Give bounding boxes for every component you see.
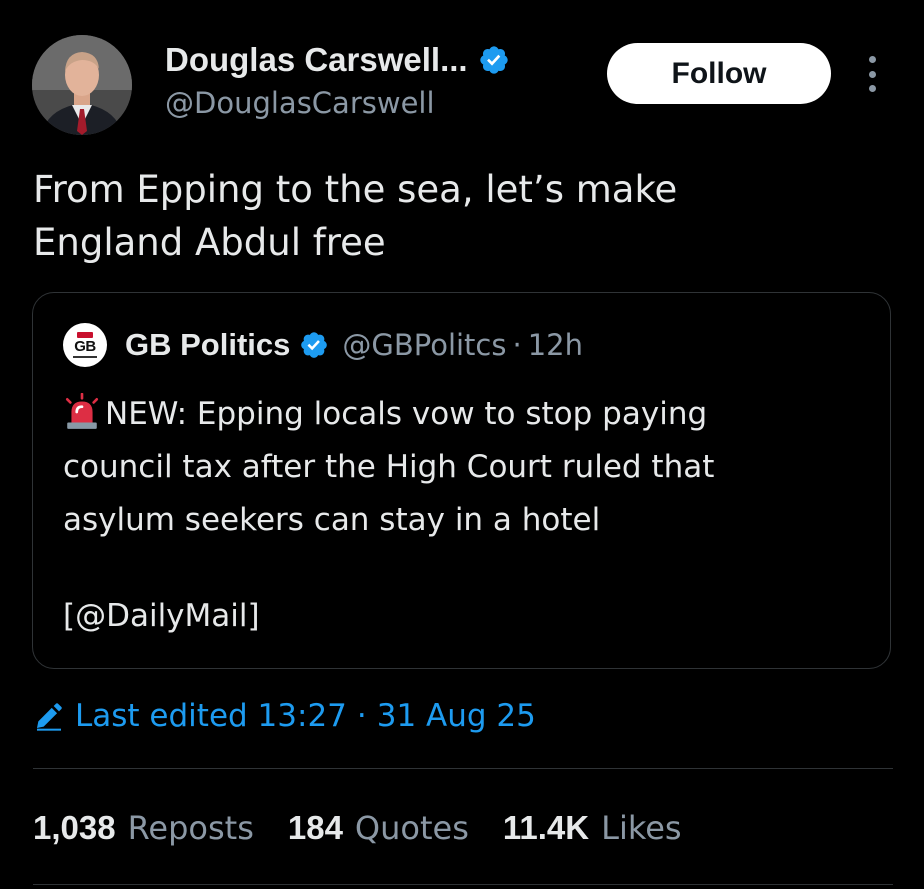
likes-count: 11.4K (502, 809, 590, 846)
verified-badge-icon (301, 332, 328, 358)
quoted-post-time[interactable]: 12h (528, 328, 583, 362)
vertical-ellipsis-icon (868, 56, 876, 63)
quotes-count: 184 (287, 809, 343, 846)
quotes-label: Quotes (354, 809, 469, 847)
pencil-edit-icon (37, 703, 62, 731)
more-options-button[interactable] (862, 56, 882, 92)
engagement-stats: 1,038 Reposts 184 Quotes 11.4K Likes (33, 806, 716, 850)
author-name-row: Douglas Carswell... (165, 40, 510, 80)
quoted-post-line: asylum seekers can stay in a hotel (63, 502, 601, 538)
quoted-author-handle[interactable]: @GBPolitcs (342, 328, 506, 362)
quoted-post-line: NEW: Epping locals vow to stop paying (63, 388, 863, 441)
verified-badge-icon (479, 46, 508, 74)
reposts-label: Reposts (127, 809, 254, 847)
quoted-post-source: [@DailyMail] (63, 598, 260, 634)
divider (33, 768, 893, 769)
logo-underline (73, 356, 97, 358)
rotating-light-siren-icon (65, 393, 99, 429)
separator-dot: · (512, 328, 522, 362)
reposts-stat[interactable]: 1,038 Reposts (33, 809, 254, 847)
separator-dot: · (356, 698, 367, 734)
last-edited-link[interactable]: Last edited 13:27 · 31 Aug 25 (33, 694, 536, 738)
author-name[interactable]: Douglas Carswell... (165, 41, 468, 79)
divider (33, 884, 893, 885)
quoted-post-card[interactable]: GB GB Politics @GBPolitcs · 12h NEW: Epp… (32, 292, 891, 669)
reposts-count: 1,038 (33, 809, 116, 846)
author-handle[interactable]: @DouglasCarswell (165, 86, 510, 120)
post-text-line: From Epping to the sea, let’s make (33, 168, 678, 211)
gb-politics-logo[interactable]: GB (63, 323, 107, 367)
post-text: From Epping to the sea, let’s make Engla… (33, 163, 883, 269)
post-text-line: England Abdul free (33, 221, 386, 264)
author-block[interactable]: Douglas Carswell... @DouglasCarswell (165, 40, 510, 120)
quoted-post-body: NEW: Epping locals vow to stop paying co… (63, 388, 863, 547)
gb-logo-text: GB (74, 338, 96, 355)
quoted-post-line: council tax after the High Court ruled t… (63, 449, 715, 485)
person-in-suit-avatar-icon (32, 35, 132, 135)
last-edited-label: Last edited 13:27 (75, 698, 347, 734)
author-avatar[interactable] (32, 35, 132, 135)
quoted-post-text: NEW: Epping locals vow to stop paying (105, 396, 708, 432)
quotes-stat[interactable]: 184 Quotes (288, 809, 469, 847)
follow-button[interactable]: Follow (607, 43, 831, 104)
likes-label: Likes (601, 809, 682, 847)
quoted-post-header: GB GB Politics @GBPolitcs · 12h (63, 323, 583, 367)
vertical-ellipsis-icon-dot (868, 70, 876, 78)
vertical-ellipsis-icon-dot (868, 85, 876, 92)
quoted-author-name[interactable]: GB Politics (125, 327, 290, 363)
likes-stat[interactable]: 11.4K Likes (503, 809, 682, 847)
last-edited-date: 31 Aug 25 (376, 698, 536, 734)
